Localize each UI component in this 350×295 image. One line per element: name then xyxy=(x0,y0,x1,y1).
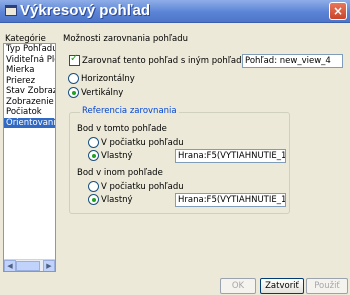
align-checkbox-label: Zarovnať tento pohľad s iným pohľadom xyxy=(82,56,256,66)
category-item[interactable]: Prierez xyxy=(4,76,55,87)
this-view-label: Bod v tomto pohľade xyxy=(77,124,167,134)
vertical-radio[interactable] xyxy=(68,87,79,98)
close-button[interactable]: Zatvoriť xyxy=(260,278,304,294)
alignment-reference-title: Referencia zarovnania xyxy=(80,106,179,116)
categories-scrollbar[interactable]: ◀ ▶ xyxy=(4,259,55,271)
this-view-origin-label: V počiatku pohľadu xyxy=(101,138,184,148)
section-title: Možnosti zarovnania pohľadu xyxy=(63,34,189,44)
other-view-custom-radio[interactable] xyxy=(88,194,99,205)
category-item[interactable]: Typ Pohľadu xyxy=(4,44,55,55)
other-view-custom-label: Vlastný xyxy=(101,195,133,205)
ok-button[interactable]: OK xyxy=(220,278,256,294)
scroll-left-icon[interactable]: ◀ xyxy=(4,260,16,271)
close-icon[interactable]: × xyxy=(329,2,347,20)
other-view-label: Bod v inom pohľade xyxy=(77,168,163,178)
category-item[interactable]: Počiatok xyxy=(4,107,55,118)
window-title: Výkresový pohľad xyxy=(20,2,150,19)
category-item[interactable]: Mierka xyxy=(4,65,55,76)
categories-list[interactable]: Typ PohľaduViditeľná PlochaMierkaPrierez… xyxy=(3,43,56,272)
this-view-custom-label: Vlastný xyxy=(101,151,133,161)
category-item[interactable]: Orientovanie xyxy=(4,117,55,128)
apply-button[interactable]: Použiť xyxy=(306,278,348,294)
title-bar: Výkresový pohľad × xyxy=(0,0,350,23)
category-item[interactable]: Viditeľná Plocha xyxy=(4,55,55,66)
this-view-reference-field[interactable]: Hrana:F5(VYTIAHNUTIE_1 xyxy=(175,149,286,163)
vertical-label: Vertikálny xyxy=(81,88,124,98)
window-icon xyxy=(5,5,17,16)
horizontal-label: Horizontálny xyxy=(81,74,135,84)
scroll-right-icon[interactable]: ▶ xyxy=(43,260,55,271)
other-view-origin-radio[interactable] xyxy=(88,181,99,192)
align-checkbox[interactable] xyxy=(69,53,80,66)
this-view-custom-radio[interactable] xyxy=(88,150,99,161)
horizontal-radio[interactable] xyxy=(68,73,79,84)
other-view-origin-label: V počiatku pohľadu xyxy=(101,182,184,192)
category-item[interactable]: Stav Zobrazenia xyxy=(4,86,55,97)
this-view-origin-radio[interactable] xyxy=(88,137,99,148)
scroll-thumb[interactable] xyxy=(16,261,40,271)
category-item[interactable]: Zobrazenie Pohľadu xyxy=(4,97,55,108)
other-view-reference-field[interactable]: Hrana:F5(VYTIAHNUTIE_1 xyxy=(175,193,286,207)
align-target-field[interactable]: Pohľad: new_view_4 xyxy=(242,54,343,68)
